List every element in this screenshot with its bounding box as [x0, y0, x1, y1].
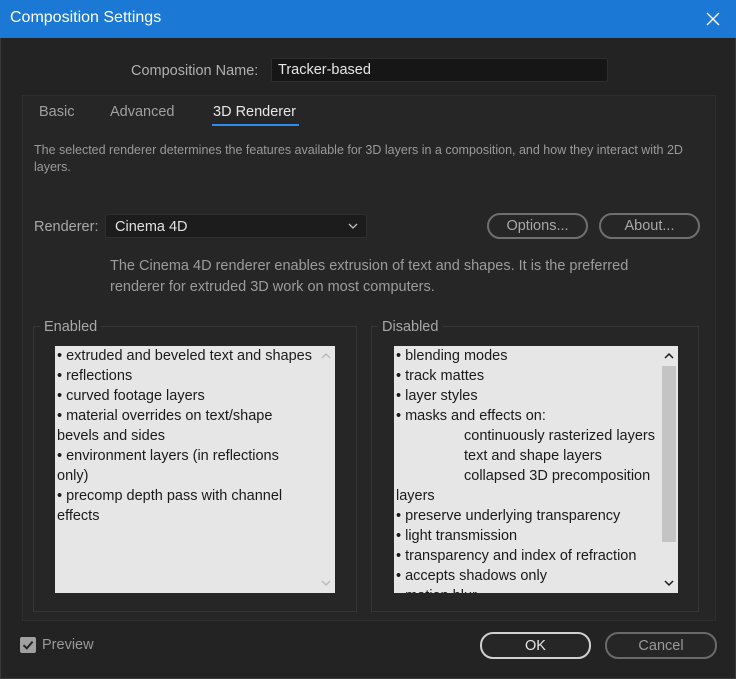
scroll-up-icon[interactable] [664, 352, 674, 360]
tab-advanced[interactable]: Advanced [110, 104, 175, 120]
list-item: • precomp depth pass with channel effect… [57, 488, 283, 524]
list-item: • reflections [57, 368, 133, 384]
renderer-info-text: The Cinema 4D renderer enables extrusion… [110, 258, 629, 295]
list-item: text and shape layers [464, 448, 602, 464]
tab-basic[interactable]: Basic [39, 104, 74, 120]
disabled-scrollbar[interactable] [660, 346, 678, 593]
preview-checkbox[interactable] [20, 637, 36, 653]
disabled-list-content: • blending modes • track mattes • layer st… [396, 346, 662, 593]
list-item: • accepts shadows only [396, 568, 547, 584]
scroll-thumb[interactable] [662, 366, 676, 542]
list-item: • preserve underlying transparency [396, 508, 621, 524]
chevron-down-icon [348, 223, 358, 229]
disabled-group-title: Disabled [378, 319, 443, 335]
window-title: Composition Settings [10, 9, 162, 26]
list-item: • motion blur [396, 586, 662, 593]
composition-name-label: Composition Name: [131, 63, 259, 79]
list-item: • layer styles [396, 388, 478, 404]
list-item: • light transmission [396, 528, 518, 544]
checkmark-icon [22, 640, 34, 650]
list-item: continuously rasterized layers [464, 428, 656, 444]
renderer-label: Renderer: [34, 219, 99, 235]
list-item: • extruded and beveled text and shapes [57, 348, 312, 364]
cancel-button[interactable]: Cancel [605, 632, 717, 659]
composition-name-input[interactable] [271, 58, 608, 82]
tab-3d-renderer[interactable]: 3D Renderer [213, 104, 296, 120]
list-item: • curved footage layers [57, 388, 205, 404]
active-tab-indicator [212, 124, 299, 126]
title-bar: Composition Settings [0, 0, 736, 38]
disabled-listbox[interactable]: • blending modes • track mattes • layer st… [394, 346, 678, 593]
close-button[interactable] [690, 0, 736, 38]
close-icon [706, 12, 720, 26]
list-item: • environment layers (in reflections onl… [57, 448, 279, 484]
scroll-up-icon[interactable] [321, 352, 331, 360]
list-item: • material overrides on text/shape bevel… [57, 408, 273, 444]
list-item: • blending modes [396, 348, 508, 364]
enabled-scrollbar[interactable] [317, 346, 335, 593]
options-button[interactable]: Options... [487, 213, 588, 239]
enabled-group-title: Enabled [40, 319, 102, 335]
list-item: layers [396, 488, 435, 504]
enabled-listbox[interactable]: • extruded and beveled text and shapes •… [55, 346, 335, 593]
about-button[interactable]: About... [599, 213, 700, 239]
list-item: collapsed 3D precomposition [464, 468, 651, 484]
renderer-description: The selected renderer determines the fea… [34, 143, 683, 174]
preview-label: Preview [42, 637, 94, 653]
scroll-down-icon[interactable] [664, 579, 674, 587]
list-item: • masks and effects on: [396, 408, 546, 424]
list-item: • transparency and index of refraction [396, 548, 637, 564]
scroll-down-icon[interactable] [321, 579, 331, 587]
ok-button[interactable]: OK [480, 632, 591, 659]
renderer-dropdown[interactable]: Cinema 4D [105, 214, 367, 238]
renderer-selected-value: Cinema 4D [115, 219, 188, 235]
enabled-list-content: • extruded and beveled text and shapes •… [57, 346, 313, 526]
list-item: • track mattes [396, 368, 485, 384]
